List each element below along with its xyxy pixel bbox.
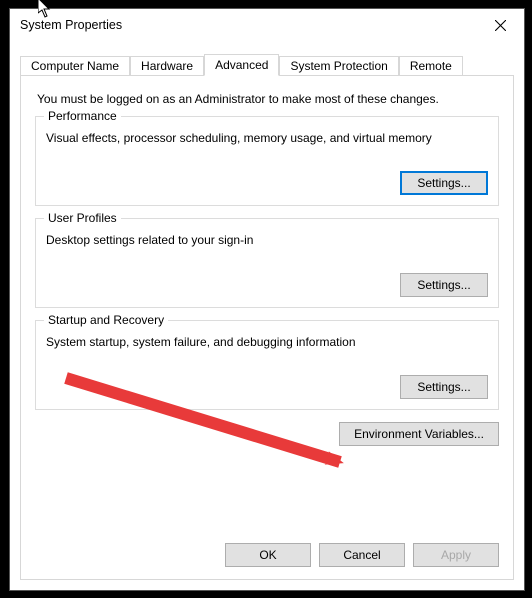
group-startup-recovery-legend: Startup and Recovery — [44, 313, 168, 327]
group-user-profiles-desc: Desktop settings related to your sign-in — [46, 233, 488, 247]
tab-system-protection[interactable]: System Protection — [279, 56, 398, 76]
cancel-button[interactable]: Cancel — [319, 543, 405, 567]
startup-recovery-settings-button[interactable]: Settings... — [400, 375, 488, 399]
tab-computer-name[interactable]: Computer Name — [20, 56, 130, 76]
apply-button[interactable]: Apply — [413, 543, 499, 567]
close-button[interactable] — [478, 10, 522, 40]
dialog-button-row: OK Cancel Apply — [225, 543, 499, 567]
group-performance: Performance Visual effects, processor sc… — [35, 116, 499, 206]
client-area: Computer Name Hardware Advanced System P… — [20, 53, 514, 580]
tab-advanced[interactable]: Advanced — [204, 54, 279, 76]
window-title: System Properties — [20, 18, 478, 32]
group-startup-recovery: Startup and Recovery System startup, sys… — [35, 320, 499, 410]
group-user-profiles-legend: User Profiles — [44, 211, 121, 225]
group-performance-desc: Visual effects, processor scheduling, me… — [46, 131, 488, 145]
group-performance-legend: Performance — [44, 109, 121, 123]
group-user-profiles: User Profiles Desktop settings related t… — [35, 218, 499, 308]
environment-variables-button[interactable]: Environment Variables... — [339, 422, 499, 446]
performance-settings-button[interactable]: Settings... — [400, 171, 488, 195]
admin-notice: You must be logged on as an Administrato… — [37, 92, 499, 106]
tabpanel-advanced: You must be logged on as an Administrato… — [20, 75, 514, 580]
user-profiles-settings-button[interactable]: Settings... — [400, 273, 488, 297]
titlebar: System Properties — [10, 9, 524, 41]
tab-remote[interactable]: Remote — [399, 56, 463, 76]
system-properties-window: System Properties Computer Name Hardware… — [9, 8, 525, 591]
group-startup-recovery-desc: System startup, system failure, and debu… — [46, 335, 488, 349]
tabstrip: Computer Name Hardware Advanced System P… — [20, 53, 514, 75]
ok-button[interactable]: OK — [225, 543, 311, 567]
tab-hardware[interactable]: Hardware — [130, 56, 204, 76]
close-icon — [495, 20, 506, 31]
